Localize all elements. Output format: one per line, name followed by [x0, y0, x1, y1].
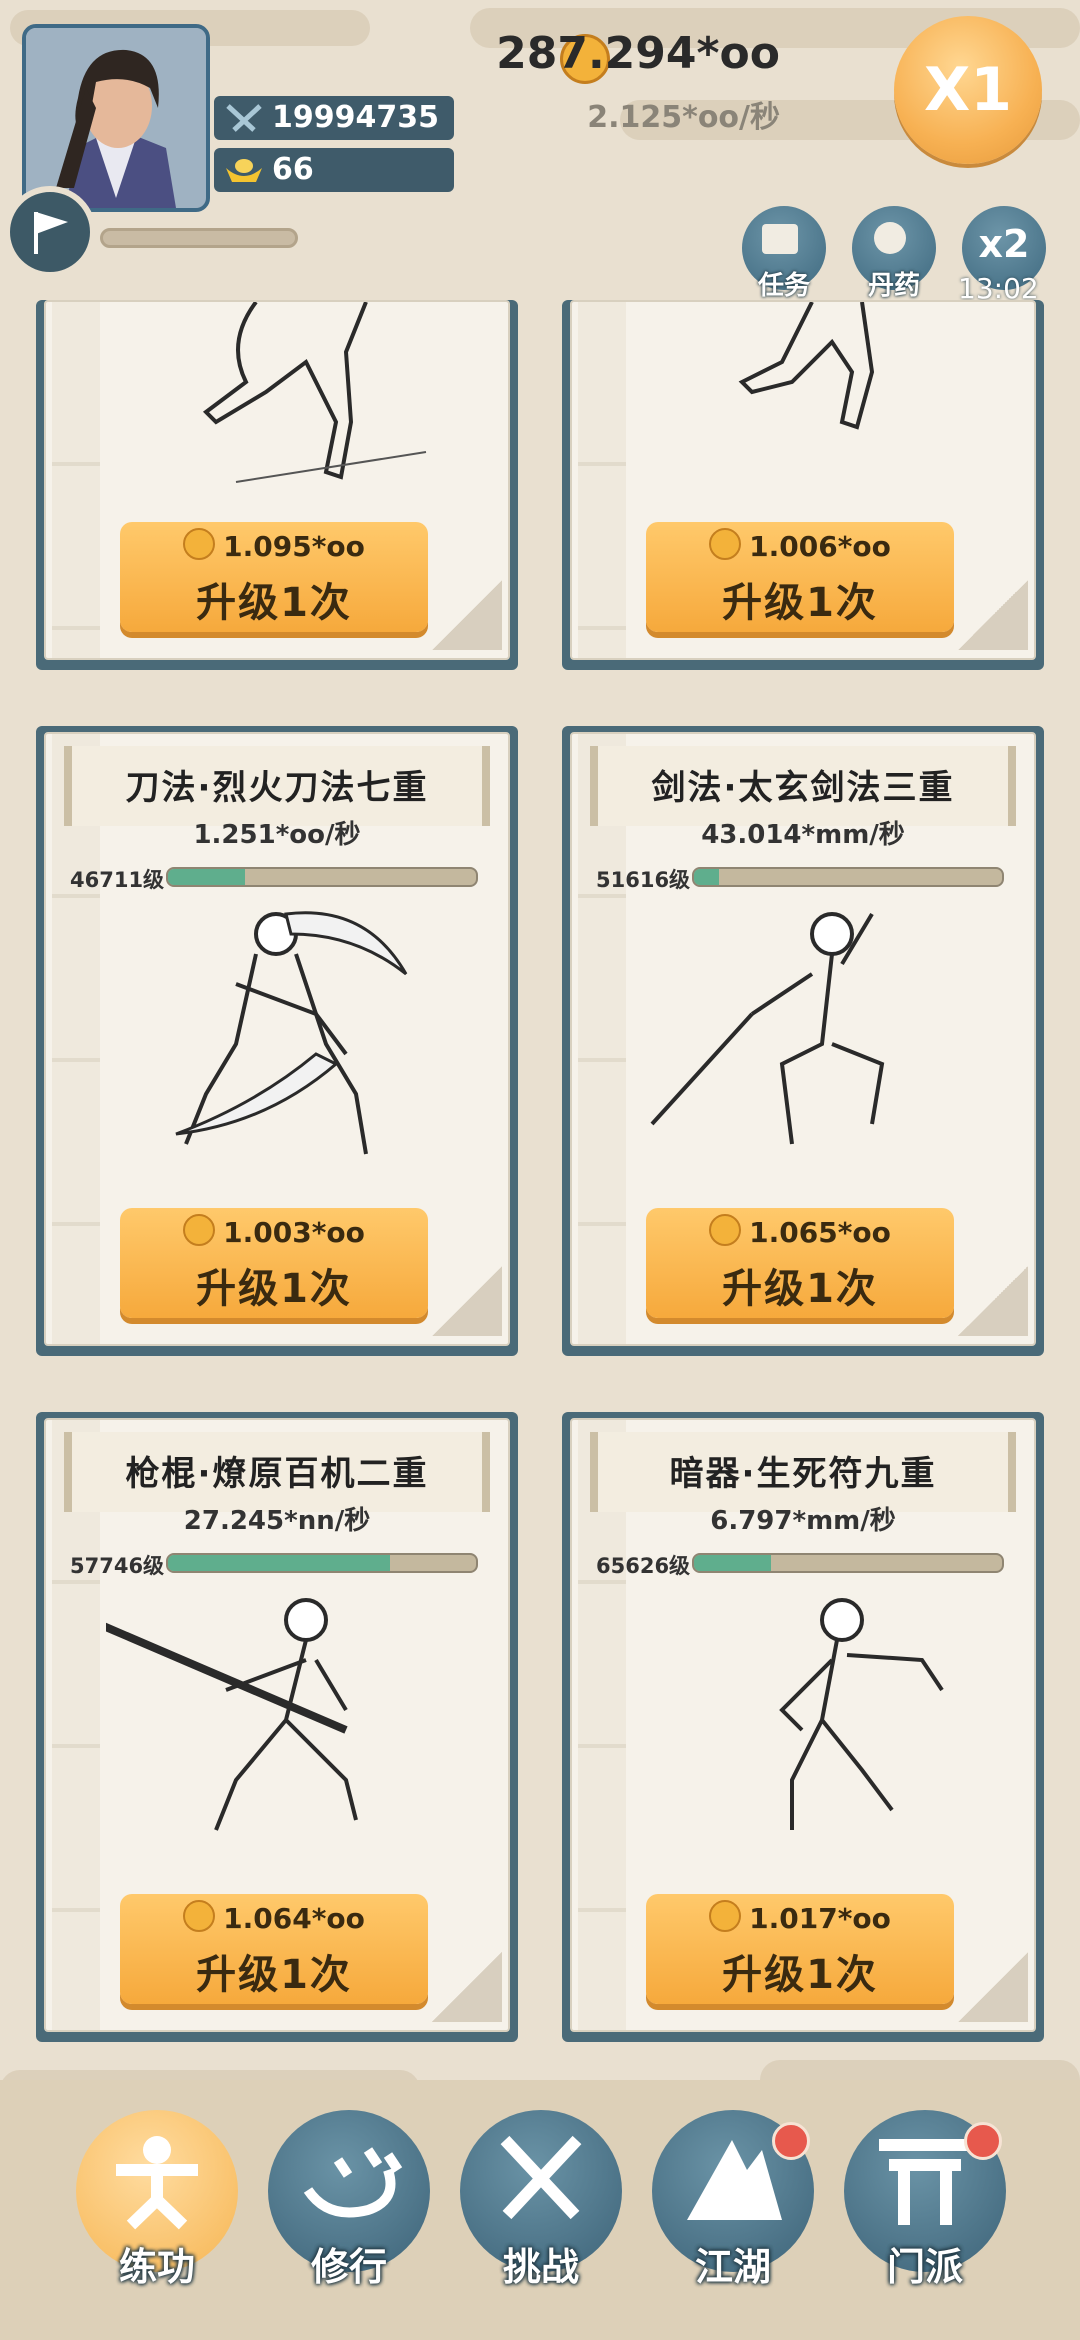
sword-fighter-figure [650, 912, 885, 1145]
upgrade-cost: 1.003*oo [223, 1216, 365, 1249]
skill-level: 57746级 [70, 1554, 165, 1578]
combat-power-box: 19994735 [214, 96, 454, 140]
skill-card: 枪棍·燎原百机二重 27.245*nn/秒 57746级 1.064*oo 升级… [36, 1412, 518, 2042]
quests-label: 任务 [757, 271, 810, 301]
upgrade-button[interactable]: 1.095*oo 升级1次 [120, 522, 428, 632]
upgrade-label: 升级1次 [722, 1266, 878, 1312]
nav-jianghu-label: 江湖 [694, 2245, 771, 2289]
gold-ingot-box: 66 [214, 148, 454, 192]
skill-card-partial-right: 1.006*oo 升级1次 [562, 300, 1044, 670]
combat-power-value: 19994735 [272, 100, 439, 135]
flag-icon [34, 212, 68, 254]
upgrade-cost: 1.064*oo [223, 1902, 365, 1935]
skill-title: 刀法·烈火刀法七重 [125, 768, 429, 808]
coin-icon [709, 528, 742, 560]
notification-badge [964, 2122, 1002, 2160]
upgrade-cost: 1.095*oo [223, 530, 365, 563]
nav-cultivate-label: 修行 [310, 2245, 387, 2289]
player-avatar[interactable] [22, 24, 210, 212]
nav-cultivate[interactable]: 修行 [268, 2110, 430, 2289]
skill-progress-fill [694, 869, 719, 885]
upgrade-button[interactable]: 1.065*oo 升级1次 [646, 1208, 954, 1318]
skill-progress-bar [166, 1553, 478, 1573]
nav-challenge-label: 挑战 [502, 2245, 579, 2289]
upgrade-label: 升级1次 [196, 1952, 352, 1998]
skill-level: 65626级 [596, 1554, 691, 1578]
heart-icon [303, 2147, 403, 2218]
upgrade-button[interactable]: 1.017*oo 升级1次 [646, 1894, 954, 2004]
experience-bar [100, 228, 298, 248]
gold-ingot-icon [226, 159, 262, 182]
avatar-portrait [26, 28, 206, 208]
martial-stance-icon [116, 2136, 198, 2230]
notification-badge [772, 2122, 810, 2160]
skill-title: 剑法·太玄剑法三重 [651, 768, 955, 808]
skill-rate: 6.797*mm/秒 [710, 1506, 896, 1536]
coin-icon [709, 1214, 742, 1246]
skill-card: 刀法·烈火刀法七重 1.251*oo/秒 46711级 1.003*oo 升级1… [36, 726, 518, 1356]
nav-train[interactable]: 练功 [76, 2110, 238, 2289]
upgrade-label: 升级1次 [196, 580, 352, 626]
coin-total: 287.294*oo [496, 28, 780, 79]
skill-rate: 1.251*oo/秒 [193, 820, 361, 850]
skill-rate: 27.245*nn/秒 [183, 1506, 371, 1536]
fighter-figure-legs [202, 302, 427, 483]
quests-button[interactable]: 任务 [738, 202, 830, 301]
gold-ingot-value: 66 [272, 152, 314, 187]
upgrade-label: 升级1次 [722, 580, 878, 626]
upgrade-cost: 1.006*oo [749, 530, 891, 563]
upgrade-button[interactable]: 1.003*oo 升级1次 [120, 1208, 428, 1318]
nav-challenge[interactable]: 挑战 [460, 2110, 622, 2289]
skill-progress-fill [694, 1555, 771, 1571]
skill-level: 51616级 [596, 868, 691, 892]
saber-fighter-figure [175, 911, 408, 1155]
skill-progress-fill [168, 1555, 390, 1571]
upgrade-cost: 1.065*oo [749, 1216, 891, 1249]
skill-progress-bar [692, 1553, 1004, 1573]
skill-title: 枪棍·燎原百机二重 [125, 1454, 429, 1494]
skill-rate: 43.014*mm/秒 [701, 820, 905, 850]
coin-icon [183, 1900, 216, 1932]
elixir-button[interactable]: 丹药 [848, 202, 940, 301]
upgrade-label: 升级1次 [196, 1266, 352, 1312]
elixir-label: 丹药 [867, 271, 920, 301]
crossed-swords-icon [500, 2135, 582, 2220]
upgrade-cost: 1.017*oo [749, 1902, 891, 1935]
upgrade-button[interactable]: 1.006*oo 升级1次 [646, 522, 954, 632]
skill-progress-bar [692, 867, 1004, 887]
coin-icon [709, 1900, 742, 1932]
skill-card: 剑法·太玄剑法三重 43.014*mm/秒 51616级 1.065*oo 升级… [562, 726, 1044, 1356]
coin-rate: 2.125*oo/秒 [587, 100, 780, 135]
skill-card-partial-left: 1.095*oo 升级1次 [36, 300, 518, 670]
skill-card: 暗器·生死符九重 6.797*mm/秒 65626级 1.017*oo 升级1次 [562, 1412, 1044, 2042]
coin-icon [183, 1214, 216, 1246]
nav-sect-label: 门派 [886, 2245, 963, 2289]
upgrade-label: 升级1次 [722, 1952, 878, 1998]
double-speed-icon: x2 [978, 222, 1030, 266]
fighter-figure-legs [738, 302, 875, 430]
skill-progress-bar [166, 867, 478, 887]
crossed-swords-icon [226, 104, 262, 132]
spear-fighter-figure [106, 1598, 358, 1831]
skill-title: 暗器·生死符九重 [669, 1454, 937, 1494]
speed-multiplier-button[interactable]: X1 [894, 16, 1042, 164]
skill-level: 46711级 [70, 868, 165, 892]
sect-flag-button[interactable] [4, 186, 96, 278]
hidden-weapon-fighter-figure [779, 1598, 944, 1830]
upgrade-button[interactable]: 1.064*oo 升级1次 [120, 1894, 428, 2004]
nav-train-label: 练功 [118, 2245, 195, 2289]
coin-icon [183, 528, 216, 560]
skill-progress-fill [168, 869, 245, 885]
